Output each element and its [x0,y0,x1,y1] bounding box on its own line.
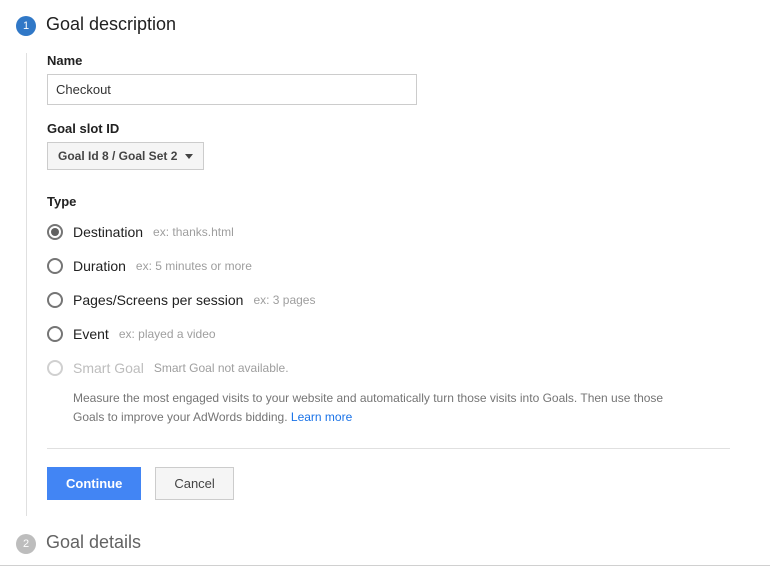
type-option-pages[interactable]: Pages/Screens per session ex: 3 pages [47,283,770,317]
radio-label: Smart Goal [73,360,144,376]
type-option-event[interactable]: Event ex: played a video [47,317,770,351]
name-label: Name [47,53,770,68]
step-title-2: Goal details [46,526,770,561]
goal-slot-selected: Goal Id 8 / Goal Set 2 [58,149,177,163]
learn-more-link[interactable]: Learn more [291,410,352,424]
radio-hint: ex: thanks.html [153,225,234,239]
divider [47,448,730,449]
step-goal-details: 2 Goal details [0,526,770,561]
step-goal-description: 1 Goal description Name Goal slot ID Goa… [0,8,770,516]
goal-slot-dropdown[interactable]: Goal Id 8 / Goal Set 2 [47,142,204,170]
radio-hint: Smart Goal not available. [154,361,289,375]
radio-label: Duration [73,258,126,274]
radio-hint: ex: 5 minutes or more [136,259,252,273]
radio-icon[interactable] [47,224,63,240]
step-title-1: Goal description [46,8,770,43]
smart-goal-text: Measure the most engaged visits to your … [73,391,663,424]
radio-label: Pages/Screens per session [73,292,243,308]
radio-icon[interactable] [47,258,63,274]
radio-hint: ex: played a video [119,327,216,341]
radio-icon [47,360,63,376]
radio-label: Destination [73,224,143,240]
continue-button[interactable]: Continue [47,467,141,500]
type-label: Type [47,194,770,209]
type-option-destination[interactable]: Destination ex: thanks.html [47,215,770,249]
type-option-duration[interactable]: Duration ex: 5 minutes or more [47,249,770,283]
radio-hint: ex: 3 pages [253,293,315,307]
type-option-smart: Smart Goal Smart Goal not available. [47,351,770,385]
radio-icon[interactable] [47,292,63,308]
goal-slot-label: Goal slot ID [47,121,770,136]
step-badge-1: 1 [16,16,36,36]
step-badge-2: 2 [16,534,36,554]
name-input[interactable] [47,74,417,105]
chevron-down-icon [185,154,193,159]
smart-goal-description: Measure the most engaged visits to your … [47,385,737,426]
radio-icon[interactable] [47,326,63,342]
cancel-button[interactable]: Cancel [155,467,233,500]
radio-label: Event [73,326,109,342]
